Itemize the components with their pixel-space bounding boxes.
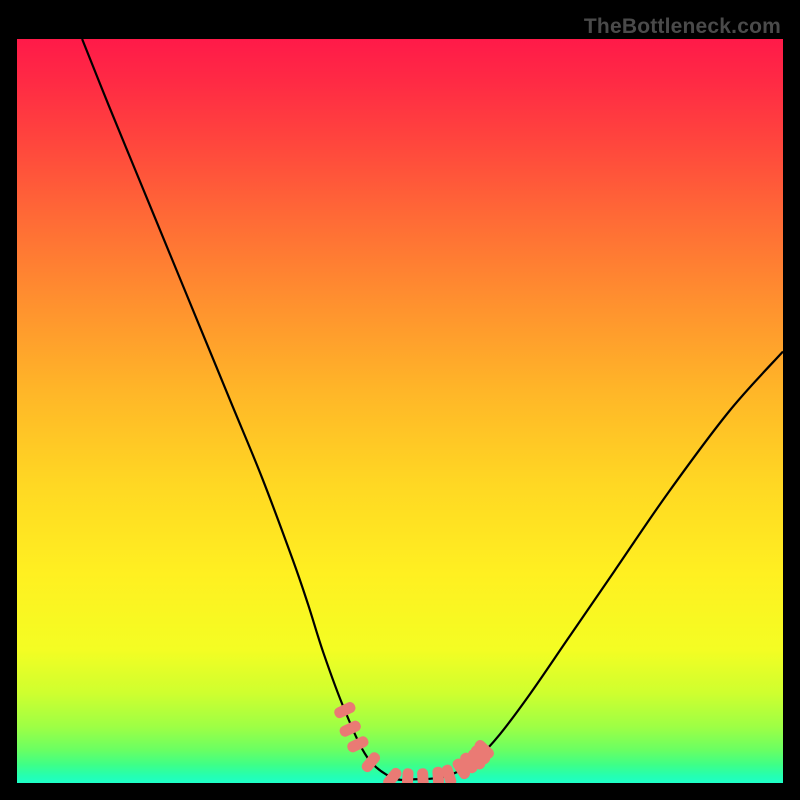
gradient-background [17, 39, 783, 783]
plot-area [17, 39, 783, 783]
chart-frame: TheBottleneck.com [17, 17, 783, 783]
watermark-text: TheBottleneck.com [584, 15, 781, 39]
bottleneck-chart [17, 39, 783, 783]
